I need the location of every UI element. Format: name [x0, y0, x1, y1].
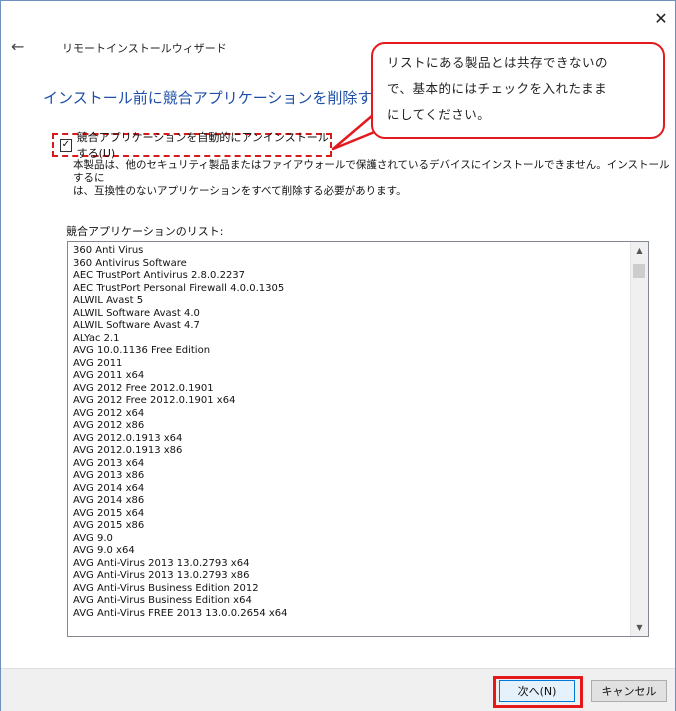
list-item[interactable]: 360 Anti Virus: [73, 245, 628, 258]
wizard-title: リモートインストールウィザード: [62, 42, 227, 55]
list-item[interactable]: AVG 2015 x64: [73, 508, 628, 521]
list-item[interactable]: ALWIL Software Avast 4.0: [73, 308, 628, 321]
cancel-button[interactable]: キャンセル: [591, 680, 667, 702]
list-item[interactable]: AVG 2014 x64: [73, 483, 628, 496]
list-label: 競合アプリケーションのリスト:: [66, 225, 224, 238]
scroll-thumb[interactable]: [633, 264, 645, 278]
next-button[interactable]: 次へ(N): [499, 680, 575, 702]
list-item[interactable]: AVG Anti-Virus FREE 2013 13.0.0.2654 x64: [73, 608, 628, 621]
list-item[interactable]: AVG 2013 x86: [73, 470, 628, 483]
callout-line: リストにある製品とは共存できないの: [387, 55, 609, 70]
list-item[interactable]: AVG Anti-Virus 2013 13.0.2793 x86: [73, 570, 628, 583]
back-arrow-icon[interactable]: ←: [11, 37, 24, 56]
list-item[interactable]: AVG 2012 x64: [73, 408, 628, 421]
list-item[interactable]: AEC TrustPort Antivirus 2.8.0.2237: [73, 270, 628, 283]
uninstall-checkbox-row[interactable]: ✓ 競合アプリケーションを自動的にアンインストールする(U): [52, 131, 332, 160]
list-item[interactable]: AVG Anti-Virus 2013 13.0.2793 x64: [73, 558, 628, 571]
list-item[interactable]: AVG 2012 Free 2012.0.1901: [73, 383, 628, 396]
list-item[interactable]: AVG 2011: [73, 358, 628, 371]
description-text: 本製品は、他のセキュリティ製品またはファイアウォールで保護されているデバイスにイ…: [73, 159, 673, 198]
list-item[interactable]: AVG 2012.0.1913 x64: [73, 433, 628, 446]
list-item[interactable]: AVG 2014 x86: [73, 495, 628, 508]
uninstall-checkbox-label[interactable]: 競合アプリケーションを自動的にアンインストールする(U): [77, 129, 330, 161]
list-item[interactable]: AVG Anti-Virus Business Edition x64: [73, 595, 628, 608]
list-item[interactable]: AVG 2015 x86: [73, 520, 628, 533]
list-item[interactable]: AVG 2011 x64: [73, 370, 628, 383]
list-item[interactable]: AVG 2013 x64: [73, 458, 628, 471]
list-item[interactable]: AVG 9.0 x64: [73, 545, 628, 558]
list-item[interactable]: ALWIL Software Avast 4.7: [73, 320, 628, 333]
list-item[interactable]: AVG 10.0.1136 Free Edition: [73, 345, 628, 358]
list-item[interactable]: ALYac 2.1: [73, 333, 628, 346]
list-item[interactable]: AVG 9.0: [73, 533, 628, 546]
list-item[interactable]: 360 Antivirus Software: [73, 258, 628, 271]
list-item[interactable]: ALWIL Avast 5: [73, 295, 628, 308]
application-list-items: 360 Anti Virus 360 Antivirus Software AEC …: [73, 245, 628, 620]
description-line: 本製品は、他のセキュリティ製品またはファイアウォールで保護されているデバイスにイ…: [73, 159, 670, 184]
annotation-callout: リストにある製品とは共存できないの で、基本的にはチェックを入れたまま にしてく…: [371, 42, 665, 139]
close-icon[interactable]: ✕: [645, 5, 676, 31]
application-list[interactable]: 360 Anti Virus 360 Antivirus Software AEC …: [67, 241, 649, 637]
list-item[interactable]: AVG 2012.0.1913 x86: [73, 445, 628, 458]
list-item[interactable]: AVG 2012 x86: [73, 420, 628, 433]
list-item[interactable]: AVG 2012 Free 2012.0.1901 x64: [73, 395, 628, 408]
scroll-down-icon[interactable]: ▼: [631, 619, 648, 636]
wizard-window: ✕ ← リモートインストールウィザード インストール前に競合アプリケーションを削…: [0, 0, 676, 711]
list-item[interactable]: AEC TrustPort Personal Firewall 4.0.0.13…: [73, 283, 628, 296]
description-line: は、互換性のないアプリケーションをすべて削除する必要があります。: [73, 185, 407, 197]
scroll-up-icon[interactable]: ▲: [631, 242, 648, 259]
list-item[interactable]: AVG Anti-Virus Business Edition 2012: [73, 583, 628, 596]
list-scrollbar[interactable]: ▲ ▼: [630, 242, 648, 636]
callout-line: で、基本的にはチェックを入れたまま: [387, 81, 608, 96]
uninstall-checkbox[interactable]: ✓: [60, 138, 72, 152]
callout-line: にしてください。: [387, 107, 491, 122]
